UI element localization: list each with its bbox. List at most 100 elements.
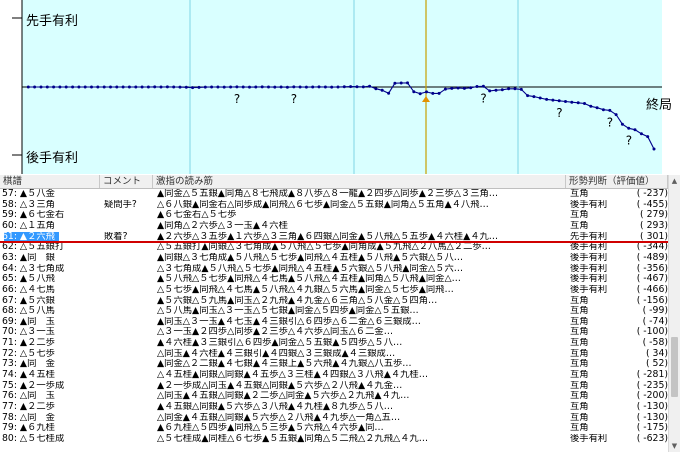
value-cell: ( -130) xyxy=(636,402,668,412)
judgement-cell: 互角 xyxy=(570,306,589,317)
table-row[interactable]: 70: △３一玉 △３一玉▲２四歩△同歩▲２三歩△４六歩△同玉△６二金… 互角 ( -… xyxy=(0,327,668,338)
table-row[interactable]: 63: ▲同 銀 ▲同銀△３七角成▲５八飛△５七歩▲同飛△４五桂▲５八飛▲５六銀△… xyxy=(0,253,668,264)
table-row[interactable]: 58: △３三角 疑問手? △６八銀▲同金右△同歩成▲同飛△６七歩▲同金△５五銀▲同… xyxy=(0,200,668,211)
evaluation-point xyxy=(273,85,277,89)
evaluation-point xyxy=(551,98,555,102)
table-row[interactable]: 78: △同 金 △同金▲４五銀△同銀▲５六歩△２八飛▲４九歩△一角△五… 互角 ( … xyxy=(0,413,668,424)
vertical-scrollbar[interactable]: ▲ ▼ xyxy=(668,175,680,452)
value-cell: ( -100) xyxy=(636,327,668,338)
move-cell: 72: △５七歩 xyxy=(2,348,55,359)
evaluation-point xyxy=(526,94,530,98)
comment-cell xyxy=(104,327,152,338)
table-row[interactable]: 74: ▲４五桂 △４五桂▲同銀△同銀▲４五歩△３三桂▲４四銀△３八飛▲４九桂… 互… xyxy=(0,370,668,381)
evaluation-point xyxy=(589,104,593,108)
table-row[interactable]: 62: △５五銀打 △５五銀打▲同銀△３七角成▲５八飛△５七歩▲同角成▲５九飛△２… xyxy=(0,242,668,253)
judgement-cell: 互角 xyxy=(570,380,589,391)
table-row[interactable]: 65: ▲５八飛 ▲５八飛△５七歩▲同飛△４七馬▲５八飛△４五桂▲同角△５八飛▲同… xyxy=(0,274,668,285)
current-move-divider xyxy=(0,241,668,243)
evaluation-point xyxy=(197,85,201,89)
reading-cell: ▲同金△２二銀▲４七銀▲４三銀上▲５六飛▲４九銀△八五歩… xyxy=(157,359,412,370)
evaluation-point xyxy=(519,87,523,91)
evaluation-point xyxy=(576,101,580,105)
table-row[interactable]: 69: ▲同 玉 ▲同玉△３一玉▲４七玉▲４三銀引△６四歩△６二金△６三銀成… 互角… xyxy=(0,317,668,328)
evaluation-point xyxy=(608,108,612,112)
evaluation-graph[interactable]: ?????? 先手有利 後手有利 終局 xyxy=(0,0,680,174)
header-judgement[interactable]: 形勢判断（評価値） xyxy=(566,175,668,188)
comment-cell xyxy=(104,306,152,317)
evaluation-point xyxy=(260,85,264,89)
judgement-cell: 互角 xyxy=(570,370,589,381)
comment-cell xyxy=(104,381,152,392)
table-row[interactable]: 59: ▲６七金右 ▲６七金右△５七歩 互角 ( 279) xyxy=(0,210,668,221)
table-row[interactable]: 76: △同 玉 △同玉▲４五銀△同銀▲２二歩△同金▲５六歩△２九飛▲４九… 互角 (… xyxy=(0,391,668,402)
comment-cell xyxy=(104,359,152,370)
table-row[interactable]: 64: △３七角成 △３七角成▲５八飛△５七歩▲同飛△４五桂▲５六銀△５八飛▲同金… xyxy=(0,264,668,275)
comment-cell xyxy=(104,285,152,296)
evaluation-point xyxy=(342,85,346,89)
reading-cell: △同玉▲４五銀△同銀▲２二歩△同金▲５六歩△２九飛▲４九… xyxy=(157,391,410,402)
evaluation-point xyxy=(336,85,340,89)
move-cell: 68: △５八馬 xyxy=(2,306,55,317)
evaluation-point xyxy=(279,85,283,89)
evaluation-point xyxy=(267,85,270,89)
table-row[interactable]: 77: ▲２二歩 ▲４五銀△同銀▲５六歩△３八飛▲４九桂▲８九歩△５八… 互角 ( -… xyxy=(0,402,668,413)
judgement-cell: 互角 xyxy=(570,402,589,412)
evaluation-point xyxy=(412,90,416,94)
judgement-cell: 後手有利 xyxy=(570,274,608,285)
evaluation-point xyxy=(317,85,321,89)
evaluation-graph-canvas[interactable]: ?????? xyxy=(0,0,680,174)
judgement-cell: 互角 xyxy=(570,295,589,306)
reading-cell: ▲同角△２六歩△３一玉▲４六桂 xyxy=(157,220,288,231)
judgement-cell: 互角 xyxy=(570,412,589,423)
table-row[interactable]: 67: ▲５六銀 ▲５六銀△５九馬▲同玉△２九飛▲４九金△６三角△５八金△５四角…… xyxy=(0,296,668,307)
table-row[interactable]: 68: △５八馬 △５八馬▲同玉△３一玉△５七銀▲同金△５四歩▲同金△５五銀… 互角… xyxy=(0,306,668,317)
evaluation-point xyxy=(248,85,251,89)
evaluation-point xyxy=(532,95,536,99)
evaluation-point xyxy=(406,81,409,85)
evaluation-point xyxy=(462,86,466,90)
evaluation-point xyxy=(494,88,498,92)
value-cell: ( -200) xyxy=(636,391,668,402)
reading-cell: ▲２一歩成△同玉▲４五銀△同銀▲５六歩△２八飛▲４九金… xyxy=(157,380,403,391)
comment-cell xyxy=(104,349,152,360)
move-cell: 77: ▲２二歩 xyxy=(2,402,55,412)
header-comment[interactable]: コメント xyxy=(100,175,153,188)
table-row[interactable]: 71: ▲２二歩 ▲４六桂▲３三銀引△６四歩▲同金△５五銀▲５四歩△５八… 互角 ( … xyxy=(0,338,668,349)
move-list[interactable]: 棋譜 コメント 激指の読み筋 形勢判断（評価値） 57: ▲５八金 ▲同金△５五銀… xyxy=(0,175,668,452)
reading-cell: △同金▲４五銀△同銀▲５六歩△２八飛▲４九歩△一角△五… xyxy=(157,412,401,423)
evaluation-point xyxy=(393,81,397,85)
table-row[interactable]: 75: ▲２一歩成 ▲２一歩成△同玉▲４五銀△同銀▲５六歩△２八飛▲４九金… 互角 (… xyxy=(0,381,668,392)
comment-cell xyxy=(104,242,152,253)
reading-cell: ▲４五銀△同銀▲５六歩△３八飛▲４九桂▲８九歩△５八… xyxy=(157,402,393,412)
move-cell: 66: △４七馬 xyxy=(2,284,55,295)
header-reading[interactable]: 激指の読み筋 xyxy=(153,175,566,188)
table-row[interactable]: 57: ▲５八金 ▲同金△５五銀▲同角△８七飛成▲８八歩△８一龍▲２四歩△同歩▲２… xyxy=(0,189,668,200)
scrollbar-thumb[interactable] xyxy=(671,337,678,397)
reading-cell: ▲６九桂△５四歩▲同飛△５三歩▲５六飛△４六歩▲同… xyxy=(157,423,384,434)
table-row[interactable]: 66: △４七馬 △５七歩▲同飛△４七馬▲５八飛△４九銀△５六馬▲同金△５七歩▲同… xyxy=(0,285,668,296)
evaluation-point xyxy=(178,85,182,89)
evaluation-point xyxy=(387,91,391,95)
table-row[interactable]: 80: △５七桂成 △５七桂成▲同桂△６七歩▲５五銀▲同角△５二飛△２九飛△４九…… xyxy=(0,434,668,445)
table-row[interactable]: 60: △１五角 ▲同角△２六歩△３一玉▲４六桂 互角 ( 293) xyxy=(0,221,668,232)
evaluation-point xyxy=(191,86,195,90)
value-cell: ( -489) xyxy=(636,252,668,263)
table-row[interactable]: 73: ▲同 金 ▲同金△２二銀▲４七銀▲４三銀上▲５六飛▲４九銀△八五歩… 互角 (… xyxy=(0,359,668,370)
table-row[interactable]: 79: ▲６九桂 ▲６九桂△５四歩▲同飛△５三歩▲５六飛△４六歩▲同… 互角 ( -1… xyxy=(0,423,668,434)
judgement-cell: 後手有利 xyxy=(570,263,608,274)
evaluation-point xyxy=(241,85,245,89)
evaluation-point xyxy=(115,85,119,89)
table-row[interactable]: 72: △５七歩 △同玉▲４六桂▲４三銀引▲４四銀△３三銀成▲４三銀成… 互角 ( 3… xyxy=(0,349,668,360)
scroll-down-icon[interactable]: ▼ xyxy=(669,440,680,452)
move-cell: 80: △５七桂成 xyxy=(2,433,65,444)
comment-cell xyxy=(104,338,152,349)
evaluation-point xyxy=(52,85,56,89)
evaluation-point xyxy=(311,85,315,89)
header-move[interactable]: 棋譜 xyxy=(0,175,100,188)
judgement-cell: 互角 xyxy=(570,210,589,221)
scroll-up-icon[interactable]: ▲ xyxy=(669,175,680,187)
evaluation-point xyxy=(595,106,599,110)
comment-cell: 疑問手? xyxy=(104,199,137,210)
move-cell: 58: △３三角 xyxy=(2,199,55,210)
move-cell: 62: △５五銀打 xyxy=(2,242,65,253)
